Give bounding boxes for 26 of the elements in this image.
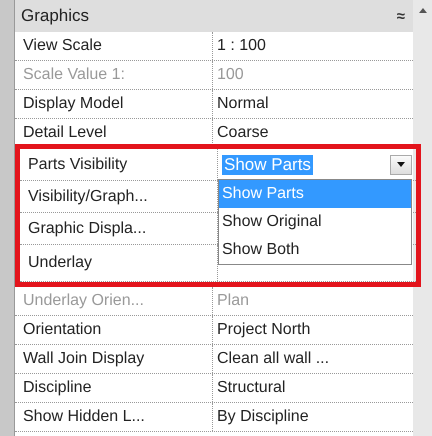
scrollbar[interactable] [413, 0, 432, 436]
dropdown-button[interactable] [390, 154, 412, 174]
property-value[interactable]: Project North [213, 316, 413, 344]
scroll-up-icon [419, 8, 427, 13]
property-name: Display Model [15, 90, 213, 118]
property-name: Show Hidden L... [15, 403, 213, 431]
property-name: Discipline [15, 374, 213, 402]
property-name: Underlay [20, 245, 218, 281]
property-name: Underlay Orien... [15, 287, 213, 315]
group-header[interactable]: Graphics ≈ [15, 0, 413, 32]
property-name: Detail Level [15, 119, 213, 147]
group-title: Graphics [21, 6, 90, 26]
property-value[interactable]: Structural [213, 374, 413, 402]
property-name: Orientation [15, 316, 213, 344]
property-value[interactable]: 1 : 100 [213, 32, 413, 60]
property-value[interactable]: Clean all wall ... [213, 345, 413, 373]
property-name: Scale Value 1: [15, 61, 213, 89]
property-name: Graphic Displa... [20, 213, 218, 244]
property-name: View Scale [15, 32, 213, 60]
property-name: Wall Join Display [15, 345, 213, 373]
caret-icon [397, 162, 405, 167]
property-name: Visibility/Graph... [20, 181, 218, 212]
property-value[interactable]: By Discipline [213, 403, 413, 431]
property-value[interactable]: Normal [213, 90, 413, 118]
collapse-icon[interactable]: ≈ [396, 8, 405, 24]
property-value[interactable]: Coarse [213, 119, 413, 147]
